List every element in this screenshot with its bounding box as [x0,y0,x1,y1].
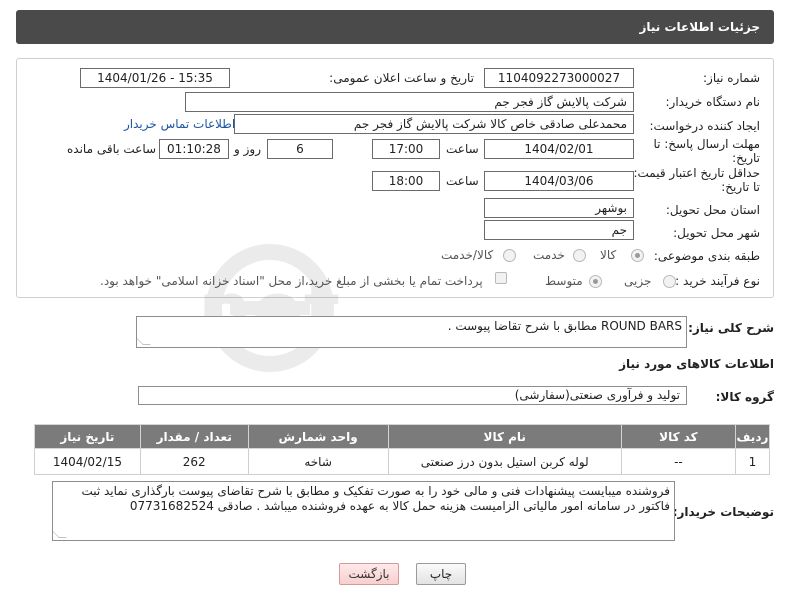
category-goods-label: کالا [600,248,617,262]
col-unit: واحد شمارش [247,424,389,449]
price-validity-label-1: حداقل تاریخ اعتبار قیمت: [633,166,760,180]
buyer-org-label: نام دستگاه خریدار: [665,95,761,109]
cell-goods-code: -- [620,448,736,475]
cell-row-number: 1 [734,448,771,475]
announce-datetime-label: تاریخ و ساعت اعلان عمومی: [329,71,474,85]
announce-datetime-field[interactable]: 1404/01/26 - 15:35 [80,68,230,88]
category-label: طبقه بندی موضوعی: [653,249,760,263]
response-deadline-time-field[interactable]: 17:00 [372,139,440,159]
col-need-date: تاریخ نیاز [34,424,141,449]
delivery-province-field[interactable]: بوشهر [484,198,634,218]
goods-section-title: اطلاعات کالاهای مورد نیاز [619,357,774,371]
description-label: شرح کلی نیاز: [688,321,774,335]
creator-field[interactable]: محمدعلی صادقی خاص کالا شرکت پالایش گاز ف… [234,114,634,134]
category-goods-radio[interactable] [631,249,644,262]
delivery-city-field[interactable]: جم [484,220,634,240]
resize-grip-icon[interactable] [137,337,151,345]
buyer-notes-textarea[interactable]: فروشنده میبایست پیشنهادات فنی و مالی خود… [52,481,675,541]
page-header: جزئیات اطلاعات نیاز [16,10,774,44]
page-title: جزئیات اطلاعات نیاز [639,20,760,34]
creator-label: ایجاد کننده درخواست: [649,119,760,133]
remaining-days-field[interactable]: 6 [267,139,333,159]
table-row[interactable]: 1 -- لوله کربن استیل بدون درز صنعتی شاخه… [34,448,771,475]
category-service-radio[interactable] [573,249,586,262]
resize-grip-icon[interactable] [53,530,67,538]
price-validity-time-label: ساعت [446,174,479,188]
buyer-notes-label: توضیحات خریدار: [672,505,774,519]
treasury-docs-text: پرداخت تمام یا بخشی از مبلغ خرید،از محل … [100,274,483,288]
purchase-type-minor-radio[interactable] [663,275,676,288]
purchase-type-label: نوع فرآیند خرید : [675,274,760,288]
response-deadline-label-1: مهلت ارسال پاسخ: تا [653,137,760,151]
remaining-time-field[interactable]: 01:10:28 [159,139,229,159]
price-validity-label-2: تا تاریخ: [721,180,760,194]
description-textarea[interactable]: ROUND BARS مطابق با شرح تقاضا پیوست . [136,316,687,348]
need-number-field[interactable]: 1104092273000027 [484,68,634,88]
description-text: ROUND BARS مطابق با شرح تقاضا پیوست . [447,319,682,333]
response-deadline-time-label: ساعت [446,142,479,156]
col-row-number: ردیف [734,424,771,449]
category-goods-service-radio[interactable] [503,249,516,262]
cell-unit: شاخه [247,448,389,475]
col-quantity: تعداد / مقدار [139,424,249,449]
print-button[interactable]: چاپ [416,563,466,585]
purchase-type-minor-label: جزیی [624,274,652,288]
category-service-label: خدمت [533,248,565,262]
category-goods-service-label: کالا/خدمت [441,248,494,262]
purchase-type-medium-radio[interactable] [589,275,602,288]
treasury-docs-checkbox[interactable] [495,272,507,284]
cell-quantity: 262 [139,448,249,475]
goods-table-header-row: ردیف کد کالا نام کالا واحد شمارش تعداد /… [34,424,771,449]
buyer-contact-link[interactable]: اطلاعات تماس خریدار [124,117,235,131]
response-deadline-label-2: تاریخ: [732,151,760,165]
back-button[interactable]: بازگشت [339,563,399,585]
purchase-type-medium-label: متوسط [545,274,583,288]
need-number-label: شماره نیاز: [703,71,760,85]
col-goods-code: کد کالا [620,424,736,449]
buyer-notes-text: فروشنده میبایست پیشنهادات فنی و مالی خود… [81,484,670,513]
delivery-city-label: شهر محل تحویل: [673,226,760,240]
delivery-province-label: استان محل تحویل: [665,203,760,217]
cell-goods-name: لوله کربن استیل بدون درز صنعتی [387,448,622,475]
goods-group-label: گروه کالا: [715,390,774,404]
price-validity-date-field[interactable]: 1404/03/06 [484,171,634,191]
remaining-time-label: ساعت باقی مانده [67,142,157,156]
col-goods-name: نام کالا [387,424,622,449]
days-label: روز و [234,142,261,156]
cell-need-date: 1404/02/15 [34,448,141,475]
goods-group-field[interactable]: تولید و فرآوری صنعتی(سفارشی) [138,386,687,405]
buyer-org-field[interactable]: شرکت پالایش گاز فجر جم [185,92,634,112]
goods-table: ردیف کد کالا نام کالا واحد شمارش تعداد /… [34,424,771,475]
response-deadline-date-field[interactable]: 1404/02/01 [484,139,634,159]
price-validity-time-field[interactable]: 18:00 [372,171,440,191]
